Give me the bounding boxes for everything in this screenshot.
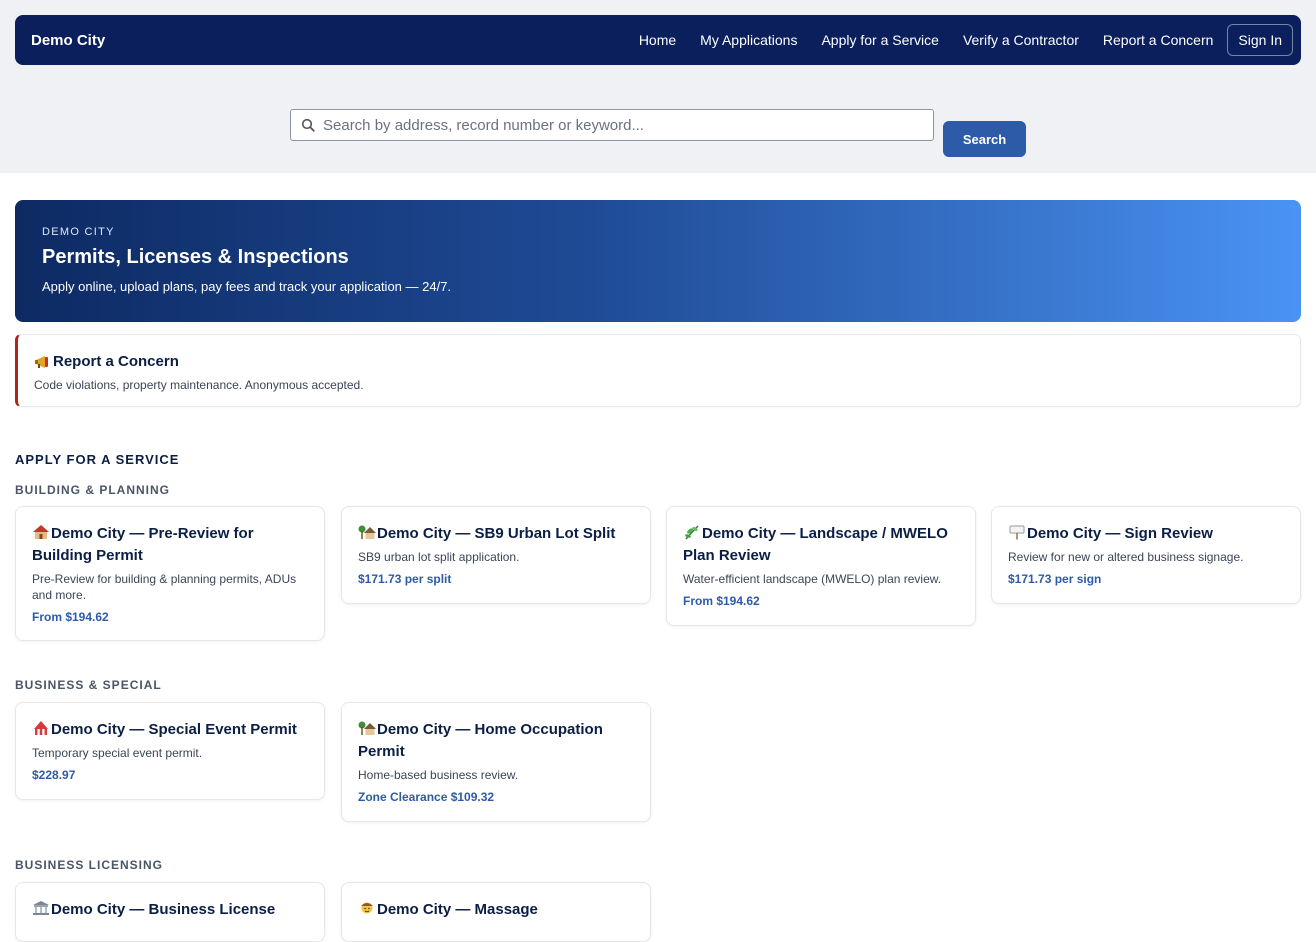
card-price: $228.97: [32, 768, 76, 782]
card-title-row: Demo City — Home Occupation Permit: [358, 719, 634, 763]
card-description: Temporary special event permit.: [32, 746, 203, 760]
card-price: Zone Clearance $109.32: [358, 790, 495, 804]
top-zone: Demo City Home My Applications Apply for…: [0, 0, 1316, 173]
card-price: $171.73 per sign: [1008, 572, 1102, 586]
card-title: Demo City — Business License: [51, 901, 276, 918]
circus-tent-icon: [34, 721, 48, 735]
search-input[interactable]: [323, 111, 933, 139]
service-card-business-license[interactable]: Demo City — Business License: [15, 882, 325, 942]
brand-logo[interactable]: Demo City: [31, 32, 105, 49]
group-heading-building: BUILDING & PLANNING: [15, 483, 170, 497]
massage-icon: [361, 902, 373, 914]
service-card-pre-review[interactable]: Demo City — Pre-Review for Building Perm…: [15, 506, 325, 641]
concern-description: Code violations, property maintenance. A…: [34, 378, 364, 392]
nav-report-concern[interactable]: Report a Concern: [1103, 32, 1214, 48]
card-title: Demo City — Special Event Permit: [51, 721, 297, 738]
card-description: Pre-Review for building & planning permi…: [32, 572, 297, 602]
service-card-sb9-lot-split[interactable]: Demo City — SB9 Urban Lot Split SB9 urba…: [341, 506, 651, 604]
nav-apply-for-service[interactable]: Apply for a Service: [821, 32, 939, 48]
service-card-home-occupation[interactable]: Demo City — Home Occupation Permit Home-…: [341, 702, 651, 822]
hero-title: Permits, Licenses & Inspections: [42, 246, 349, 268]
sign-in-button[interactable]: Sign In: [1227, 24, 1293, 56]
group-heading-business-licensing: BUSINESS LICENSING: [15, 858, 164, 872]
group-heading-business-special: BUSINESS & SPECIAL: [15, 678, 162, 692]
navbar: Demo City Home My Applications Apply for…: [15, 15, 1301, 65]
house-icon: [33, 525, 49, 539]
card-title-row: Demo City — Massage: [358, 899, 634, 921]
card-price: From $194.62: [32, 610, 109, 624]
house-garden-icon: [358, 721, 376, 735]
concern-title: Report a Concern: [53, 353, 179, 370]
nav-verify-contractor[interactable]: Verify a Contractor: [963, 32, 1079, 48]
search-icon: [301, 118, 315, 132]
service-card-massage[interactable]: Demo City — Massage: [341, 882, 651, 942]
search-box: [290, 109, 934, 141]
card-title-row: Demo City — Special Event Permit: [32, 719, 308, 741]
card-title-row: Demo City — Sign Review: [1008, 523, 1284, 545]
card-title-row: Demo City — Pre-Review for Building Perm…: [32, 523, 308, 567]
signpost-icon: [1009, 525, 1025, 540]
card-description: Water-efficient landscape (MWELO) plan r…: [683, 572, 942, 586]
service-card-special-event[interactable]: Demo City — Special Event Permit Tempora…: [15, 702, 325, 800]
card-title: Demo City — Pre-Review for Building Perm…: [32, 525, 254, 564]
card-description: Review for new or altered business signa…: [1008, 550, 1244, 564]
nav-links: Home My Applications Apply for a Service…: [615, 24, 1293, 56]
card-title: Demo City — SB9 Urban Lot Split: [377, 525, 616, 542]
hero-subtitle: Apply online, upload plans, pay fees and…: [42, 279, 452, 294]
card-title-row: Demo City — Business License: [32, 899, 308, 921]
card-title: Demo City — Home Occupation Permit: [358, 721, 603, 760]
report-concern-card[interactable]: Report a Concern Code violations, proper…: [15, 334, 1301, 407]
services-heading: APPLY FOR A SERVICE: [15, 452, 180, 467]
hero-eyebrow: DEMO CITY: [42, 226, 115, 238]
card-description: Home-based business review.: [358, 768, 519, 782]
bank-icon: [33, 901, 49, 915]
nav-home[interactable]: Home: [639, 32, 676, 48]
card-title: Demo City — Sign Review: [1027, 525, 1213, 542]
service-card-landscape-mwelo[interactable]: Demo City — Landscape / MWELO Plan Revie…: [666, 506, 976, 626]
card-title-row: Demo City — Landscape / MWELO Plan Revie…: [683, 523, 959, 567]
search-button[interactable]: Search: [943, 121, 1026, 157]
service-card-sign-review[interactable]: Demo City — Sign Review Review for new o…: [991, 506, 1301, 604]
card-description: SB9 urban lot split application.: [358, 550, 520, 564]
card-title: Demo City — Massage: [377, 901, 538, 918]
card-price: $171.73 per split: [358, 572, 452, 586]
megaphone-icon: [35, 355, 48, 368]
hero-banner: DEMO CITY Permits, Licenses & Inspection…: [15, 200, 1301, 322]
concern-title-row: Report a Concern: [34, 353, 1284, 370]
nav-my-applications[interactable]: My Applications: [700, 32, 797, 48]
herb-icon: [685, 525, 699, 540]
card-title: Demo City — Landscape / MWELO Plan Revie…: [683, 525, 948, 564]
card-title-row: Demo City — SB9 Urban Lot Split: [358, 523, 634, 545]
house-garden-icon: [358, 525, 376, 539]
card-price: From $194.62: [683, 594, 760, 608]
